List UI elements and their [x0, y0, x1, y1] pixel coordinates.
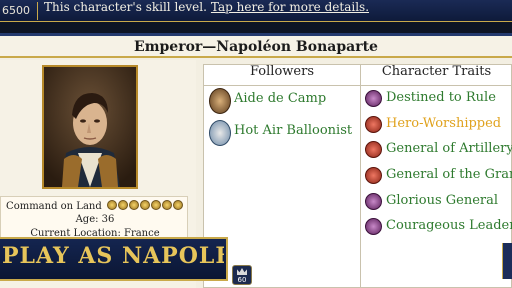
character-stats-box: Command on Land Age: 36 Current Location…: [0, 196, 188, 242]
trait-red-icon: [365, 141, 382, 158]
command-star-icon: [117, 200, 128, 210]
aide-de-camp-icon: [209, 88, 231, 114]
promo-banner-text: PLAY AS NAPOLEON...: [2, 243, 224, 269]
follower-label: Aide de Camp: [234, 91, 327, 106]
command-star-icon: [161, 200, 172, 210]
followers-header: Followers: [204, 64, 360, 86]
trait-purple-icon: [365, 193, 382, 210]
help-tip: This character's skill level. Tap here fo…: [44, 0, 369, 22]
follower-label: Hot Air Balloonist: [234, 123, 353, 138]
trait-red-icon: [365, 116, 382, 133]
command-star-icon: [128, 200, 139, 210]
trait-purple-icon: [365, 218, 382, 235]
top-bar: 6500 This character's skill level. Tap he…: [0, 0, 512, 22]
character-portrait[interactable]: [42, 65, 138, 189]
command-stars: [106, 200, 184, 213]
trait-red-icon: [365, 167, 382, 184]
column-divider: [360, 64, 361, 288]
command-on-land-label: Command on Land: [6, 201, 102, 212]
trait-purple-icon: [365, 90, 382, 107]
traits-header: Character Traits: [361, 64, 512, 86]
bottom-badge[interactable]: 60: [232, 265, 252, 285]
trait-label: General of Artillery: [386, 141, 512, 156]
trait-general-of-the-grand-army[interactable]: General of the Grand Army: [365, 166, 512, 186]
trait-label: Courageous Leader: [386, 218, 512, 233]
command-star-icon: [106, 200, 117, 210]
trait-label: Glorious General: [386, 193, 499, 208]
age-row: Age: 36: [75, 214, 115, 225]
help-tip-link[interactable]: Tap here for more details.: [211, 0, 369, 14]
help-tip-text: This character's skill level.: [44, 0, 207, 14]
character-title: Emperor—Napoléon Bonaparte: [0, 36, 512, 58]
command-on-land-row[interactable]: Command on Land: [1, 200, 189, 213]
trait-label: Hero-Worshipped: [386, 116, 502, 131]
command-star-icon: [150, 200, 161, 210]
scroll-right-arrow[interactable]: [502, 243, 512, 279]
trait-label: General of the Grand Army: [386, 167, 512, 182]
crown-icon: [237, 268, 247, 275]
command-star-icon: [139, 200, 150, 210]
bottom-badge-value: 60: [237, 276, 247, 284]
treasury-value: 6500: [0, 2, 38, 20]
portrait-image: [44, 67, 136, 187]
command-star-icon: [172, 200, 183, 210]
trait-label: Destined to Rule: [386, 90, 496, 105]
hot-air-balloon-icon: [209, 120, 231, 146]
